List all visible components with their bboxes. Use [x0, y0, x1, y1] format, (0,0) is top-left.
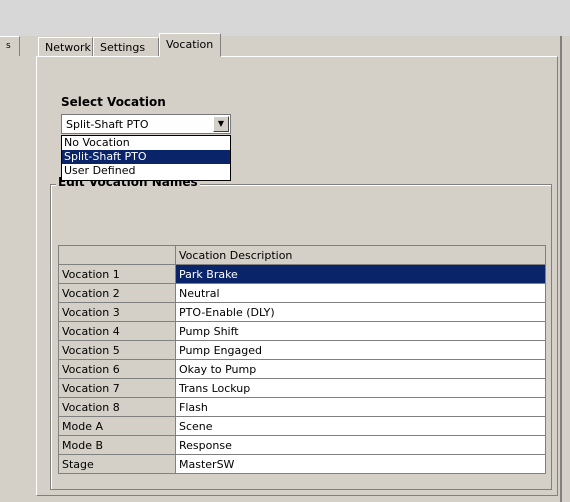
table-row[interactable]: Mode B Response — [58, 435, 546, 455]
row-name: Vocation 2 — [58, 283, 176, 303]
title-bar — [0, 0, 570, 36]
table-row[interactable]: Stage MasterSW — [58, 454, 546, 474]
row-description[interactable]: Pump Shift — [175, 321, 546, 341]
vocation-option-split-shaft-pto[interactable]: Split-Shaft PTO — [62, 150, 230, 164]
row-description[interactable]: Park Brake — [175, 264, 546, 284]
table-row[interactable]: Vocation 2 Neutral — [58, 283, 546, 303]
table-row[interactable]: Vocation 5 Pump Engaged — [58, 340, 546, 360]
row-description[interactable]: Neutral — [175, 283, 546, 303]
tab-previous-partial[interactable]: s — [0, 36, 20, 56]
row-description[interactable]: Trans Lockup — [175, 378, 546, 398]
vocation-combobox[interactable]: Split-Shaft PTO ▼ — [61, 114, 231, 134]
right-edge — [560, 36, 562, 502]
table-row[interactable]: Mode A Scene — [58, 416, 546, 436]
row-name: Mode A — [58, 416, 176, 436]
grid-header-row: Vocation Description — [58, 245, 546, 265]
tab-vocation[interactable]: Vocation — [159, 33, 221, 57]
row-description[interactable]: Okay to Pump — [175, 359, 546, 379]
row-name: Vocation 7 — [58, 378, 176, 398]
table-row[interactable]: Vocation 8 Flash — [58, 397, 546, 417]
row-name: Vocation 3 — [58, 302, 176, 322]
row-name: Stage — [58, 454, 176, 474]
table-row[interactable]: Vocation 1 Park Brake — [58, 264, 546, 284]
dropdown-arrow-button[interactable]: ▼ — [213, 116, 229, 132]
row-description[interactable]: Response — [175, 435, 546, 455]
row-description[interactable]: Scene — [175, 416, 546, 436]
table-row[interactable]: Vocation 3 PTO-Enable (DLY) — [58, 302, 546, 322]
row-name: Vocation 6 — [58, 359, 176, 379]
tab-settings[interactable]: Settings — [93, 37, 159, 57]
row-name: Vocation 8 — [58, 397, 176, 417]
vocation-grid: Vocation Description Vocation 1 Park Bra… — [58, 245, 546, 474]
row-name: Vocation 4 — [58, 321, 176, 341]
vocation-dropdown-list: No Vocation Split-Shaft PTO User Defined — [61, 135, 231, 181]
tab-network[interactable]: Network — [38, 37, 93, 57]
row-name: Mode B — [58, 435, 176, 455]
row-name: Vocation 1 — [58, 264, 176, 284]
vocation-option-user-defined[interactable]: User Defined — [62, 164, 230, 178]
vocation-option-no-vocation[interactable]: No Vocation — [62, 136, 230, 150]
table-row[interactable]: Vocation 4 Pump Shift — [58, 321, 546, 341]
row-description[interactable]: Pump Engaged — [175, 340, 546, 360]
row-description[interactable]: PTO-Enable (DLY) — [175, 302, 546, 322]
chevron-down-icon: ▼ — [217, 119, 225, 128]
table-row[interactable]: Vocation 7 Trans Lockup — [58, 378, 546, 398]
grid-column-header[interactable]: Vocation Description — [175, 245, 546, 265]
table-row[interactable]: Vocation 6 Okay to Pump — [58, 359, 546, 379]
row-description[interactable]: MasterSW — [175, 454, 546, 474]
grid-corner-cell — [58, 245, 176, 265]
row-description[interactable]: Flash — [175, 397, 546, 417]
row-name: Vocation 5 — [58, 340, 176, 360]
vocation-combobox-value: Split-Shaft PTO — [66, 118, 149, 131]
select-vocation-label: Select Vocation — [61, 95, 166, 109]
